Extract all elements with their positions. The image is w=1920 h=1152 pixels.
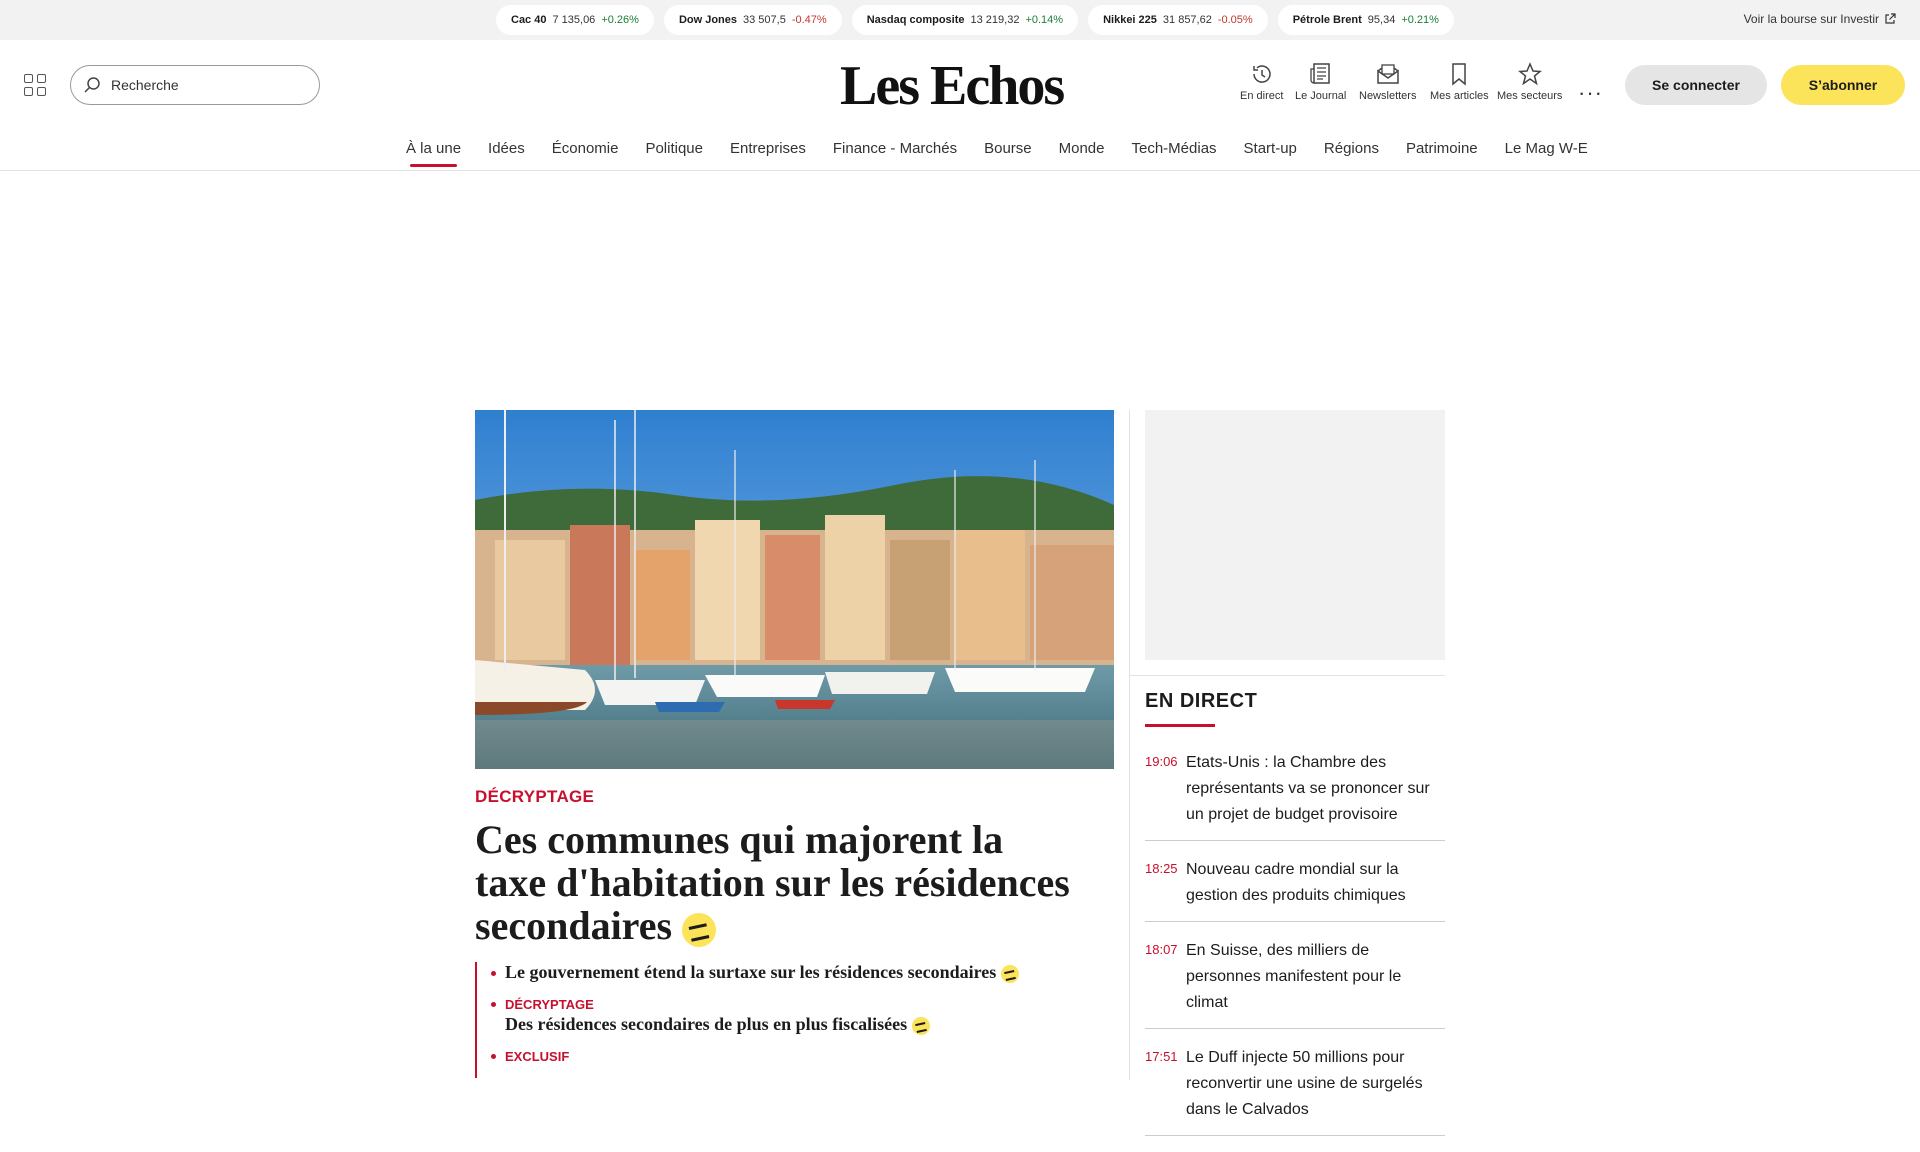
live-news-item[interactable]: 18:07 En Suisse, des milliers de personn… (1145, 938, 1445, 1029)
nav-item-tech-medias[interactable]: Tech-Médias (1132, 140, 1217, 163)
live-news-item[interactable]: 18:25 Nouveau cadre mondial sur la gesti… (1145, 857, 1445, 922)
nav-item-idees[interactable]: Idées (488, 140, 525, 163)
related-article[interactable]: EXCLUSIF (491, 1049, 1019, 1064)
bookmark-icon (1452, 63, 1467, 86)
live-news-time: 17:51 (1145, 1049, 1178, 1064)
site-header: Les Echos En direct Le Journal Newslette… (0, 40, 1920, 170)
live-news-list: 19:06 Etats-Unis : la Chambre des représ… (1145, 750, 1445, 1152)
search-box[interactable] (70, 65, 320, 105)
ticker-name: Nasdaq composite (866, 14, 965, 26)
section-divider (1129, 675, 1445, 676)
column-divider (1129, 410, 1130, 1080)
ticker-cac40[interactable]: Cac 40 7 135,06 +0.26% (496, 5, 654, 35)
main-nav: À la une Idées Économie Politique Entrep… (406, 140, 1588, 167)
subscribe-button[interactable]: S’abonner (1781, 65, 1905, 105)
apps-grid-icon[interactable] (24, 74, 46, 96)
live-news-title: Nouveau cadre mondial sur la gestion des… (1186, 861, 1406, 904)
nav-item-finance-marches[interactable]: Finance - Marchés (833, 140, 957, 163)
ticker-name: Nikkei 225 (1103, 14, 1157, 26)
les-echos-logo[interactable]: Les Echos (840, 54, 1065, 118)
ticker-value: 7 135,06 (552, 14, 596, 26)
market-ticker-bar: Cac 40 7 135,06 +0.26% Dow Jones 33 507,… (0, 0, 1920, 40)
ticker-value: 95,34 (1367, 14, 1396, 26)
live-news-item[interactable]: 19:06 Etats-Unis : la Chambre des représ… (1145, 750, 1445, 841)
search-input[interactable] (111, 77, 291, 93)
related-article[interactable]: Le gouvernement étend la surtaxe sur les… (491, 962, 1019, 983)
live-news-title: En Suisse, des milliers de personnes man… (1186, 942, 1402, 1011)
ticker-nikkei[interactable]: Nikkei 225 31 857,62 -0.05% (1088, 5, 1268, 35)
hero-headline-text: Ces communes qui majorent la taxe d'habi… (475, 817, 1070, 948)
login-button[interactable]: Se connecter (1625, 65, 1767, 105)
premium-badge-icon (1000, 964, 1019, 983)
search-icon (84, 77, 100, 93)
nav-item-economie[interactable]: Économie (552, 140, 619, 163)
ticker-change: +0.21% (1401, 14, 1439, 26)
quick-link-en-direct[interactable]: En direct (1240, 62, 1283, 102)
ticker-brent[interactable]: Pétrole Brent 95,34 +0.21% (1277, 5, 1454, 35)
related-article[interactable]: DÉCRYPTAGE Des résidences secondaires de… (491, 997, 1019, 1035)
star-icon (1517, 62, 1542, 86)
ticker-change: -0.05% (1217, 14, 1253, 26)
ticker-value: 31 857,62 (1162, 14, 1212, 26)
premium-badge-icon (911, 1016, 930, 1035)
ticker-change: +0.26% (601, 14, 639, 26)
ticker-list: Cac 40 7 135,06 +0.26% Dow Jones 33 507,… (496, 5, 1454, 35)
hero-kicker: DÉCRYPTAGE (475, 787, 595, 806)
header-divider (0, 170, 1920, 171)
nav-item-a-la-une[interactable]: À la une (406, 140, 461, 167)
ticker-change: +0.14% (1025, 14, 1064, 26)
ticker-name: Pétrole Brent (1292, 14, 1362, 26)
newspaper-icon (1310, 63, 1330, 84)
nav-item-regions[interactable]: Régions (1324, 140, 1379, 163)
related-articles: Le gouvernement étend la surtaxe sur les… (475, 962, 1019, 1078)
en-direct-underline (1145, 724, 1215, 727)
quick-link-le-journal[interactable]: Le Journal (1295, 62, 1346, 102)
ticker-value: 33 507,5 (743, 14, 786, 26)
ticker-dow-jones[interactable]: Dow Jones 33 507,5 -0.47% (663, 5, 842, 35)
quick-link-label: En direct (1240, 90, 1284, 102)
en-direct-title[interactable]: EN DIRECT (1145, 690, 1257, 713)
ticker-nasdaq[interactable]: Nasdaq composite 13 219,32 +0.14% (851, 5, 1079, 35)
investir-link[interactable]: Voir la bourse sur Investir (1744, 12, 1896, 26)
quick-link-mes-articles[interactable]: Mes articles (1430, 62, 1489, 102)
quick-link-label: Mes articles (1430, 90, 1489, 102)
nav-item-monde[interactable]: Monde (1059, 140, 1105, 163)
newsletter-envelope-icon (1376, 64, 1399, 84)
related-article-title: Des résidences secondaires de plus en pl… (505, 1014, 908, 1034)
related-article-tag: EXCLUSIF (505, 1049, 570, 1064)
premium-badge-icon (682, 912, 717, 947)
live-news-title: Le Duff injecte 50 millions pour reconve… (1186, 1049, 1423, 1118)
ticker-value: 13 219,32 (970, 14, 1020, 26)
related-article-tag: DÉCRYPTAGE (505, 997, 594, 1012)
quick-link-mes-secteurs[interactable]: Mes secteurs (1497, 62, 1562, 102)
quick-link-newsletters[interactable]: Newsletters (1359, 62, 1416, 102)
hero-article-image[interactable] (475, 410, 1114, 769)
nav-item-le-mag[interactable]: Le Mag W-E (1505, 140, 1588, 163)
external-link-icon (1885, 13, 1896, 24)
ticker-name: Dow Jones (678, 14, 738, 26)
nav-item-bourse[interactable]: Bourse (984, 140, 1032, 163)
hero-headline[interactable]: Ces communes qui majorent la taxe d'habi… (475, 818, 1075, 947)
investir-link-label: Voir la bourse sur Investir (1743, 12, 1879, 26)
quick-link-label: Mes secteurs (1497, 90, 1563, 102)
live-news-time: 19:06 (1145, 754, 1178, 769)
nav-item-entreprises[interactable]: Entreprises (730, 140, 806, 163)
quick-link-label: Le Journal (1295, 90, 1347, 102)
ad-placeholder (1145, 410, 1445, 660)
nav-item-politique[interactable]: Politique (645, 140, 703, 163)
live-news-item[interactable]: 17:51 Le Duff injecte 50 millions pour r… (1145, 1045, 1445, 1136)
live-news-time: 18:07 (1145, 942, 1178, 957)
nav-item-start-up[interactable]: Start-up (1244, 140, 1297, 163)
quick-link-label: Newsletters (1359, 90, 1417, 102)
more-options-icon[interactable]: ··· (1578, 80, 1603, 106)
clock-history-icon (1252, 65, 1271, 83)
related-article-title: Le gouvernement étend la surtaxe sur les… (505, 962, 997, 982)
live-news-time: 18:25 (1145, 861, 1178, 876)
ticker-change: -0.47% (791, 14, 827, 26)
nav-item-patrimoine[interactable]: Patrimoine (1406, 140, 1478, 163)
ticker-name: Cac 40 (511, 14, 547, 26)
live-news-title: Etats-Unis : la Chambre des représentant… (1186, 754, 1430, 823)
